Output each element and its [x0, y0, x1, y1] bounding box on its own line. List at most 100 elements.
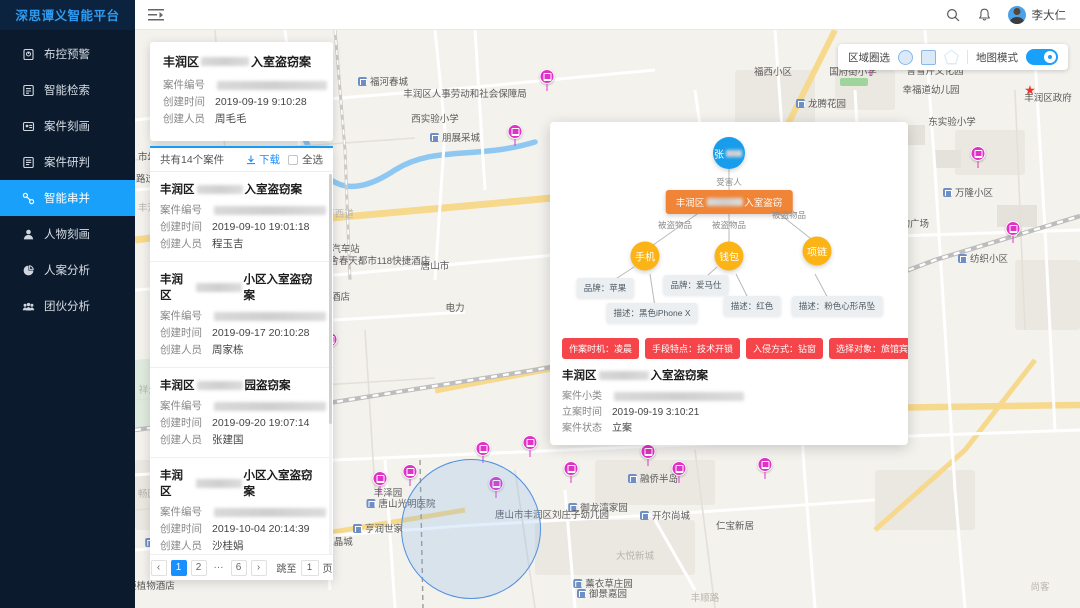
download-button[interactable]: 下载 [246, 152, 280, 167]
case-list-scrollbar[interactable] [329, 174, 332, 555]
case-list-body[interactable]: 丰润区 入室盗窃案 案件编号 创建时间 2019-09-10 19:01:18 创建人员程… [150, 172, 333, 555]
field-value [212, 398, 328, 415]
field-key: 案件编号 [160, 400, 202, 413]
search-icon[interactable] [944, 6, 962, 24]
case-list-item[interactable]: 丰润区 小区入室盗窃案 案件编号 创建时间 2019-09-17 20:10:28 创建人… [150, 262, 333, 369]
area-selection-circle[interactable] [401, 459, 541, 599]
redacted-title-part [201, 57, 250, 66]
redacted-title-part [196, 282, 242, 292]
marker-tail [869, 69, 871, 76]
marker-tail [1012, 236, 1014, 243]
marker-case-icon [970, 146, 986, 161]
case-title-suffix: 小区入室盗窃案 [243, 274, 313, 303]
map-case-marker[interactable] [539, 69, 555, 91]
case-list-item[interactable]: 丰润区 园盗窃案 案件编号 创建时间 2019-09-20 19:07:14 创建人员 张建… [150, 368, 333, 459]
scrollbar-thumb[interactable] [329, 174, 332, 425]
pagination-page-1[interactable]: 1 [170, 559, 187, 576]
case-list-item[interactable]: 丰润区 入室盗窃案 案件编号 创建时间 2019-09-10 19:01:18 创建人员程… [150, 172, 333, 263]
case-tag-1[interactable]: 作案时机：凌晨 [562, 338, 640, 359]
poi-building-icon [366, 498, 376, 508]
field-key: 案件编号 [160, 310, 202, 323]
sidebar-item-2[interactable]: 智能检索 [0, 72, 135, 108]
link-merge-icon [22, 192, 35, 205]
case-item-title: 丰润区 小区入室盗窃案 [160, 271, 323, 303]
bell-icon[interactable] [976, 6, 994, 24]
case-count-text: 共有14个案件 [160, 154, 225, 167]
menu-fold-icon[interactable] [135, 0, 177, 30]
redacted-title-part [196, 380, 243, 390]
map-poi-label: 亨润世家 [352, 521, 403, 535]
user-menu[interactable]: 李大仁 [1007, 5, 1066, 24]
map-case-marker[interactable] [671, 461, 687, 483]
field-row: 创建人员 沙桂娟 [160, 538, 323, 554]
shape-circle-tool[interactable] [898, 49, 913, 65]
sidebar-item-5[interactable]: 智能串并 [0, 180, 135, 216]
pagination-prev[interactable]: ‹ [150, 559, 167, 576]
marker-tail [529, 450, 531, 457]
pagination-next[interactable]: › [250, 559, 267, 576]
graph-node-item-1[interactable]: 手机 [630, 241, 660, 271]
poi-building-icon [627, 473, 637, 483]
map-case-marker[interactable] [507, 124, 523, 146]
sidebar-item-6[interactable]: 人物刻画 [0, 216, 135, 252]
poi-name: 丰顺路 [690, 593, 720, 604]
map-poi-label: 丰顺路 [691, 590, 720, 604]
sidebar-item-label: 智能检索 [44, 85, 90, 97]
pagination-page-6[interactable]: 6 [230, 559, 247, 576]
marker-case-icon [757, 457, 773, 472]
poi-building-icon [429, 132, 439, 142]
field-row: 案件状态 立案 [562, 421, 896, 437]
case-list-item[interactable]: 丰润区 小区入室盗窃案 案件编号 创建时间 2019-10-04 20:14:39 创建人… [150, 458, 333, 554]
field-key: 创建人员 [163, 113, 205, 125]
marker-tail [546, 84, 548, 91]
case-list-header: 共有14个案件 下载 全选 [150, 148, 333, 173]
map-poi-label: 朋展采城 [429, 130, 480, 144]
map-case-marker[interactable] [640, 444, 656, 466]
relation-graph[interactable]: 张 受害人 丰润区 入室盗窃 被盗物品 被盗物品 被盗物品 手机 钱包 项链 品牌：苹果 描述… [550, 122, 908, 332]
map-case-marker[interactable] [563, 461, 579, 483]
map-case-marker[interactable] [757, 457, 773, 479]
case-title-prefix: 丰润区 [160, 184, 195, 197]
map-case-marker[interactable] [372, 471, 388, 493]
poi-name: 纺织小区 [969, 254, 1009, 265]
pagination-jump-input[interactable]: 1 [300, 559, 319, 576]
poi-building-icon [357, 76, 367, 86]
marker-tail [570, 476, 572, 483]
sidebar-item-label: 人物刻画 [44, 229, 90, 241]
item-node-label: 手机 [635, 252, 655, 264]
shape-pentagon-tool[interactable] [944, 49, 959, 65]
shape-square-tool[interactable] [921, 49, 936, 65]
map-poi-label: 柜植物酒店 [135, 578, 175, 592]
redacted-value [214, 311, 326, 321]
map-poi-label: 丰润区人事劳动和社会保障局 [403, 86, 527, 100]
case-node-prefix: 丰润区 [675, 198, 705, 209]
case-tag-3[interactable]: 入侵方式：钻窗 [746, 338, 824, 359]
sidebar-item-label: 智能串并 [44, 193, 90, 205]
field-row: 创建人员 周家栋 [160, 342, 323, 359]
pagination-ellipsis[interactable]: ··· [211, 560, 227, 576]
case-tag-4[interactable]: 选择对象：旅馆宾馆 [829, 338, 908, 359]
graph-node-item-3[interactable]: 项链 [802, 236, 832, 266]
sidebar-item-4[interactable]: 案件研判 [0, 144, 135, 180]
graph-node-victim[interactable]: 张 [713, 137, 745, 169]
case-list-panel: 共有14个案件 下载 全选 丰润区 入室盗窃案 案件编号 创建时间 2019-09-10… [150, 146, 333, 580]
map-case-marker[interactable] [970, 146, 986, 168]
select-all-control[interactable]: 全选 [288, 152, 323, 167]
graph-node-item-2[interactable]: 钱包 [714, 241, 744, 271]
sidebar-item-7[interactable]: 人案分析 [0, 252, 135, 288]
case-item-title: 丰润区 园盗窃案 [160, 377, 323, 393]
case-tag-2[interactable]: 手段特点：技术开锁 [645, 338, 741, 359]
select-all-checkbox[interactable] [288, 154, 298, 165]
sidebar-item-8[interactable]: 团伙分析 [0, 288, 135, 324]
edge-label-victim: 受害人 [716, 177, 742, 187]
pagination-page-2[interactable]: 2 [190, 559, 207, 576]
map-mode-toggle[interactable] [1026, 49, 1058, 65]
case-title-suffix: 入室盗窃案 [244, 184, 303, 197]
map-case-marker[interactable] [522, 435, 538, 457]
case-title-prefix: 丰润区 [160, 380, 195, 393]
sidebar-item-1[interactable]: 布控预警 [0, 36, 135, 72]
field-row: 案件编号 [163, 77, 327, 94]
map-case-marker[interactable] [1005, 221, 1021, 243]
map-case-marker[interactable] [402, 464, 418, 486]
sidebar-item-3[interactable]: 案件刻画 [0, 108, 135, 144]
